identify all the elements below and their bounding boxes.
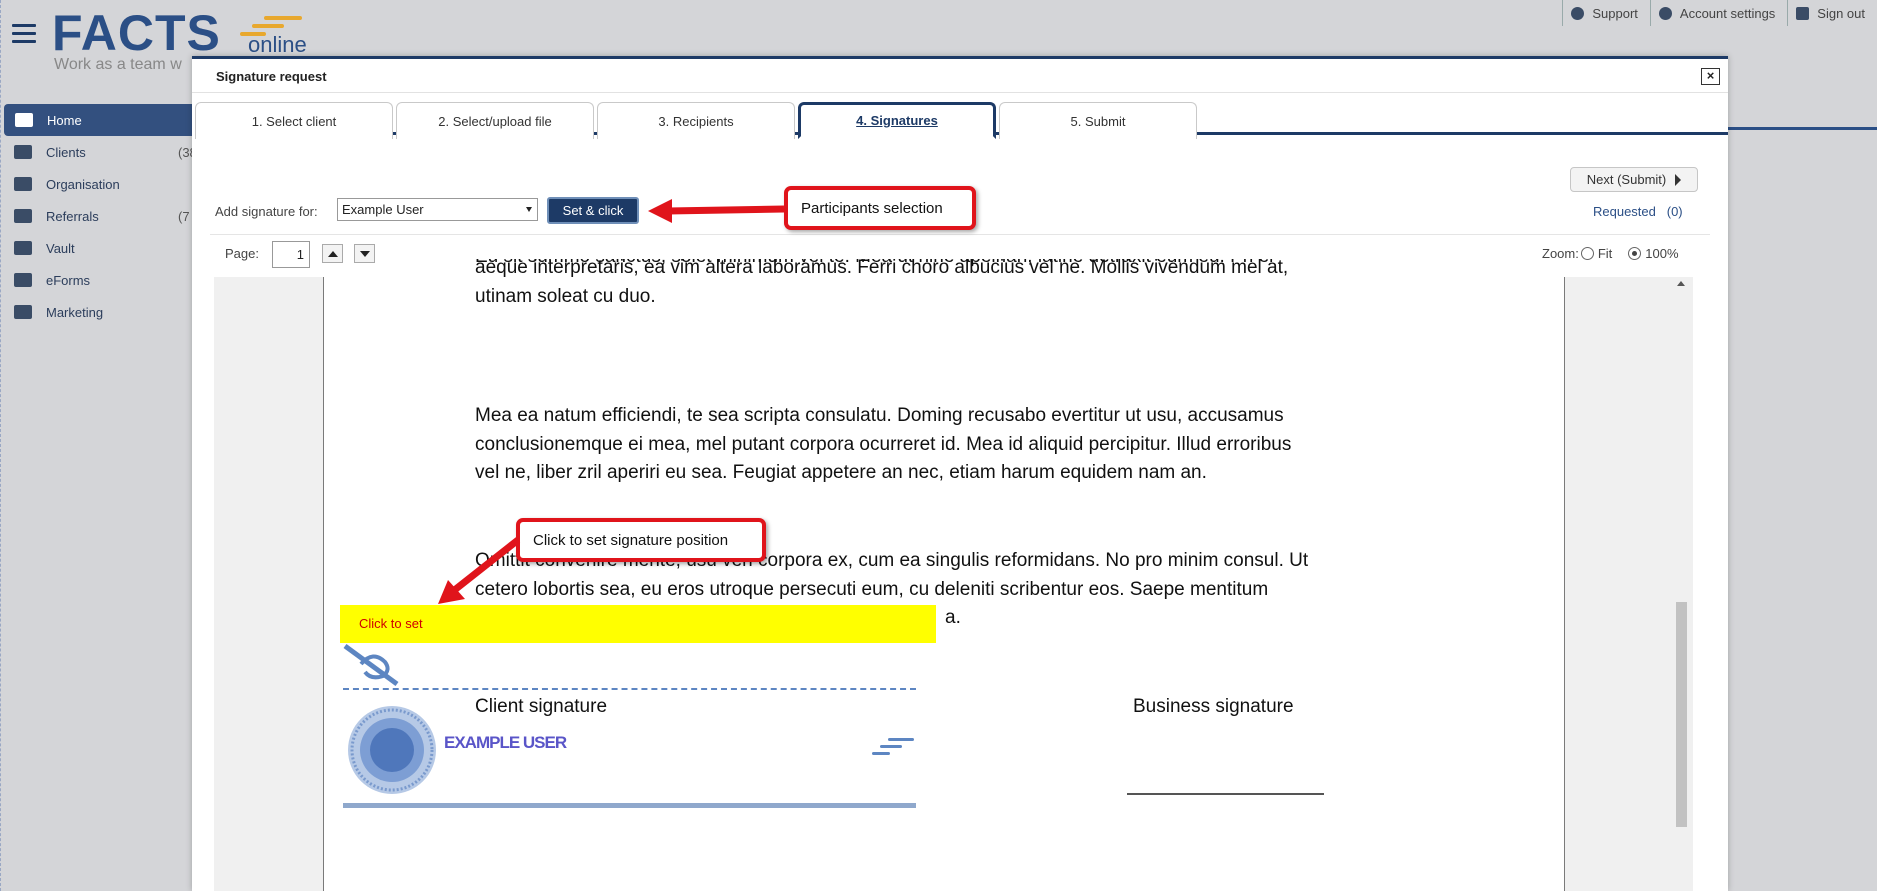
zoom-100-label: 100% <box>1645 246 1679 261</box>
zoom-controls: Zoom: Fit 100% <box>1542 246 1679 261</box>
zoom-fit-label: Fit <box>1597 246 1613 261</box>
add-signature-label: Add signature for: <box>215 204 318 219</box>
doc-line: cetero lobortis sea, eu eros utroque per… <box>475 578 1269 600</box>
sidebar-item-label: Home <box>47 112 82 128</box>
page-up-button[interactable] <box>322 244 343 263</box>
callout-signature-position: Click to set signature position <box>516 518 766 562</box>
background-divider <box>1728 127 1877 130</box>
callout-signature-position-text: Click to set signature position <box>533 531 729 549</box>
doc-line: vel ne, liber zril aperiri eu sea. Feugi… <box>475 462 1207 483</box>
organisation-icon <box>14 177 32 191</box>
signature-dashed-line <box>343 688 916 690</box>
business-signature-line <box>1127 793 1324 795</box>
page-label: Page: <box>225 246 259 261</box>
marketing-icon <box>14 305 32 319</box>
doc-line: Mea ea natum efficiendi, te sea scripta … <box>475 405 1284 426</box>
zoom-100-radio[interactable] <box>1628 247 1642 260</box>
sidebar-item-referrals[interactable]: Referrals (7 <box>0 200 192 232</box>
sign-out-label: Sign out <box>1817 5 1865 21</box>
sidebar-item-organisation[interactable]: Organisation <box>0 168 192 200</box>
requested-status: Requested (0) <box>1593 204 1683 219</box>
doc-paragraph-1: aeque interpretaris, ea vim altera labor… <box>475 254 1435 311</box>
sidebar-item-eforms[interactable]: eForms <box>0 264 192 296</box>
sidebar-item-count: (7 <box>178 208 190 224</box>
logo-main-text: FACTS <box>52 5 221 61</box>
signature-preview[interactable]: EXAMPLE USER <box>343 644 916 809</box>
tab-select-client[interactable]: 1. Select client <box>195 102 393 139</box>
doc-line: aeque interpretaris, ea vim altera labor… <box>475 257 1289 278</box>
set-click-button[interactable]: Set & click <box>547 197 639 224</box>
sidebar-item-label: Organisation <box>46 176 120 192</box>
doc-paragraph-2: Mea ea natum efficiendi, te sea scripta … <box>475 402 1435 488</box>
participant-select[interactable]: Example User <box>337 198 538 221</box>
next-submit-button[interactable]: Next (Submit) <box>1570 167 1698 192</box>
page-down-button[interactable] <box>354 244 375 263</box>
caret-right-icon <box>1675 173 1682 186</box>
sidebar-item-label: Marketing <box>46 304 104 320</box>
sidebar-item-label: Vault <box>46 240 75 256</box>
home-icon <box>15 113 33 127</box>
account-settings-link[interactable]: Account settings <box>1649 0 1787 26</box>
zoom-fit-radio[interactable] <box>1580 247 1594 260</box>
close-icon[interactable]: × <box>1701 68 1720 85</box>
chevron-down-icon <box>526 207 532 212</box>
sidebar-item-vault[interactable]: Vault <box>0 232 192 264</box>
referrals-icon <box>14 209 32 223</box>
title-divider <box>192 92 1728 93</box>
menu-icon[interactable] <box>12 24 36 46</box>
vault-icon <box>14 241 32 255</box>
sidebar-item-label: Referrals <box>46 208 99 224</box>
requested-count: (0) <box>1666 204 1683 219</box>
signature-seal-icon <box>348 706 436 794</box>
signature-logo-icon <box>872 738 914 755</box>
scroll-thumb[interactable] <box>1676 602 1687 827</box>
signature-name: EXAMPLE USER <box>444 733 567 752</box>
sidebar-item-marketing[interactable]: Marketing <box>0 296 192 328</box>
arrow-up-icon <box>327 250 338 257</box>
requested-label: Requested <box>1593 204 1656 219</box>
sidebar: Home Clients (38 Organisation Referrals … <box>0 104 197 328</box>
next-submit-label: Next (Submit) <box>1586 172 1667 187</box>
signature-pen-icon <box>343 644 399 686</box>
tab-signatures[interactable]: 4. Signatures <box>798 102 996 139</box>
sign-out-link[interactable]: Sign out <box>1787 0 1877 26</box>
eforms-icon <box>14 273 32 287</box>
sidebar-item-label: Clients <box>46 144 86 160</box>
tab-recipients[interactable]: 3. Recipients <box>597 102 795 139</box>
signature-position-target[interactable]: Click to set <box>340 605 936 643</box>
participant-selected-value: Example User <box>342 202 424 217</box>
support-icon <box>1571 6 1585 20</box>
business-signature-label: Business signature <box>1133 696 1294 717</box>
doc-line: utinam soleat cu duo. <box>475 285 656 307</box>
sidebar-item-label: eForms <box>46 272 91 288</box>
sidebar-item-clients[interactable]: Clients (38 <box>0 136 197 168</box>
click-to-set-label: Click to set <box>359 616 423 631</box>
support-link[interactable]: Support <box>1562 0 1650 26</box>
signature-underline <box>343 803 916 808</box>
tab-select-upload-file[interactable]: 2. Select/upload file <box>396 102 594 139</box>
doc-line: conclusionemque ei mea, mel putant corpo… <box>475 433 1292 455</box>
account-settings-label: Account settings <box>1679 5 1776 21</box>
tab-submit[interactable]: 5. Submit <box>999 102 1197 139</box>
page-number-input[interactable]: 1 <box>272 241 310 268</box>
top-links: Support Account settings Sign out <box>1562 0 1877 26</box>
modal-title: Signature request <box>216 69 327 84</box>
callout-participants-text: Participants selection <box>801 199 943 217</box>
clients-icon <box>14 145 32 159</box>
sidebar-item-home[interactable]: Home <box>4 104 192 136</box>
scroll-up-icon[interactable] <box>1677 281 1685 286</box>
support-label: Support <box>1592 5 1638 21</box>
wizard-tabs: 1. Select client 2. Select/upload file 3… <box>195 102 1728 139</box>
callout-participants-selection: Participants selection <box>784 186 976 230</box>
sign-out-icon <box>1796 6 1810 20</box>
logo-tagline: Work as a team w <box>54 56 182 73</box>
zoom-label: Zoom: <box>1542 246 1579 261</box>
account-icon <box>1658 6 1672 20</box>
viewer-scrollbar[interactable] <box>1674 277 1689 891</box>
toolbar-divider <box>210 234 1710 235</box>
arrow-down-icon <box>359 250 370 257</box>
